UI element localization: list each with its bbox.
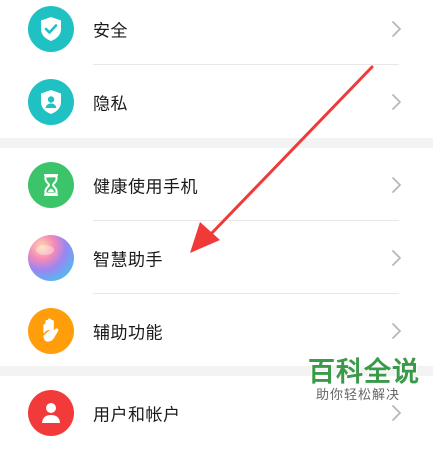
user-icon [28, 389, 74, 436]
settings-item-label: 智慧助手 [93, 250, 163, 270]
chevron-right-icon [389, 322, 403, 340]
settings-item-label: 安全 [93, 21, 128, 41]
hand-icon [28, 307, 74, 354]
settings-item-security[interactable]: 安全 [0, 0, 433, 65]
settings-item-label: 用户和帐户 [93, 405, 181, 425]
shield-check-icon [28, 5, 74, 52]
chevron-right-icon [389, 93, 403, 111]
chevron-right-icon [389, 20, 403, 38]
settings-item-label: 健康使用手机 [93, 177, 198, 197]
settings-item-label: 辅助功能 [93, 323, 163, 343]
section-gap [0, 138, 433, 148]
privacy-shield-icon [28, 78, 74, 125]
settings-item-smart-assistant[interactable]: 智慧助手 [0, 221, 433, 294]
settings-item-digital-balance[interactable]: 健康使用手机 [0, 148, 433, 221]
watermark: 百科全说 助你轻松解决 [300, 348, 433, 412]
smart-assistant-icon [28, 234, 74, 281]
chevron-right-icon [389, 249, 403, 267]
watermark-subtitle: 助你轻松解决 [316, 388, 401, 403]
settings-item-privacy[interactable]: 隐私 [0, 65, 433, 138]
chevron-right-icon [389, 176, 403, 194]
settings-item-label: 隐私 [93, 94, 128, 114]
hourglass-icon [28, 161, 74, 208]
